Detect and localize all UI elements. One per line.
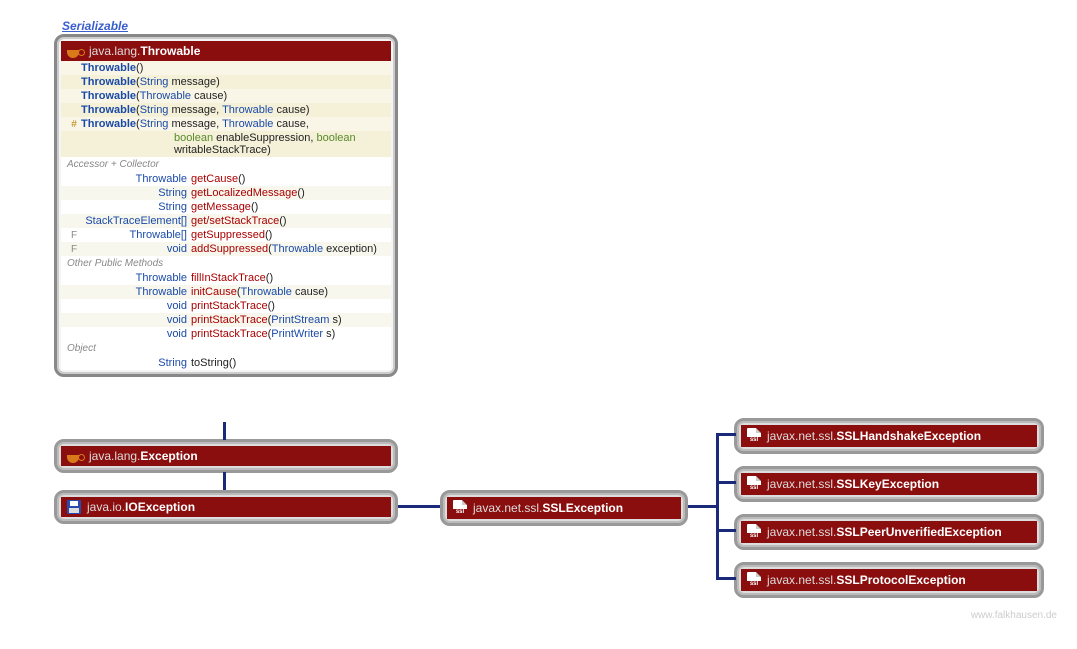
constructors-section: Throwable ()Throwable (String message)Th… (61, 61, 391, 157)
class-sslkeyexception: javax.net.ssl.SSLKeyException (734, 466, 1044, 502)
class-icon (67, 449, 83, 463)
connector (716, 529, 736, 532)
save-icon (67, 500, 81, 514)
class-throwable: java.lang.Throwable Throwable ()Throwabl… (54, 34, 398, 377)
class-icon (67, 44, 83, 58)
connector (716, 433, 736, 436)
connector (688, 505, 718, 508)
ssl-doc-icon (747, 476, 761, 492)
ssl-doc-icon (453, 500, 467, 516)
connector (716, 434, 719, 579)
connector (223, 472, 226, 490)
ssl-doc-icon (747, 524, 761, 540)
connector (398, 505, 440, 508)
class-sslpeerunverifiedexception: javax.net.ssl.SSLPeerUnverifiedException (734, 514, 1044, 550)
interface-serializable: Serializable (62, 19, 128, 33)
class-ioexception: java.io.IOException (54, 490, 398, 524)
methods-sections: Accessor + CollectorThrowablegetCause ()… (61, 157, 391, 370)
class-sslprotocolexception: javax.net.ssl.SSLProtocolException (734, 562, 1044, 598)
watermark: www.falkhausen.de (971, 610, 1057, 621)
connector (716, 577, 736, 580)
class-exception: java.lang.Exception (54, 439, 398, 473)
ssl-doc-icon (747, 428, 761, 444)
class-sslhandshakeexception: javax.net.ssl.SSLHandshakeException (734, 418, 1044, 454)
connector (223, 422, 226, 440)
class-sslexception: javax.net.ssl.SSLException (440, 490, 688, 526)
ssl-doc-icon (747, 572, 761, 588)
connector (716, 481, 736, 484)
class-header-throwable: java.lang.Throwable (61, 41, 391, 61)
